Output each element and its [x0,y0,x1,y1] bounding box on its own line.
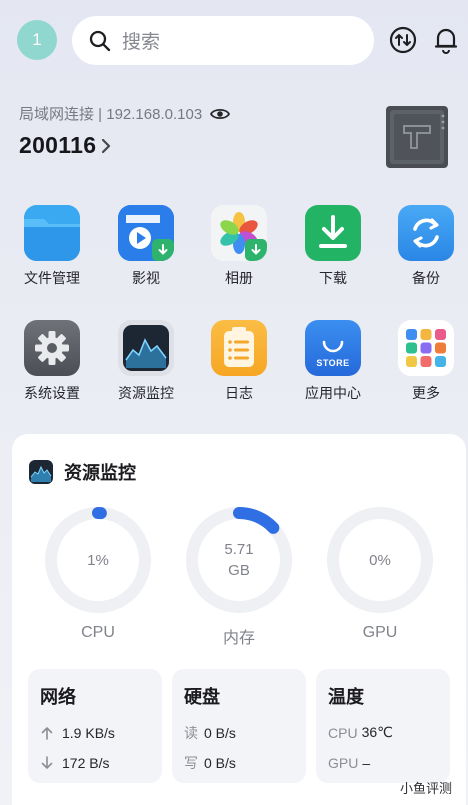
app-resource-monitor[interactable]: 资源监控 [106,320,186,403]
card-title: 资源监控 [64,463,136,483]
app-download[interactable]: 下载 [293,205,373,288]
app-log[interactable]: 日志 [199,320,279,403]
avatar-initial: 1 [32,30,42,49]
monitor-icon [29,460,53,484]
download-badge-icon [152,239,174,261]
download-rate-row: 172 B/s [40,752,150,773]
gpu-temp-value: – [362,754,371,771]
gauge-label: CPU [81,624,115,641]
chevron-right-icon [102,138,111,153]
app-label: 日志 [225,385,253,401]
connection-info: 局域网连接 | 192.168.0.103 [19,106,203,123]
app-label: 备份 [412,270,440,286]
eye-icon[interactable] [210,106,231,122]
app-backup[interactable]: 备份 [386,205,466,288]
arrow-down-icon [41,755,53,769]
video-icon [118,205,174,261]
app-file-manager[interactable]: 文件管理 [12,205,92,288]
store-icon-text: STORE [316,358,350,368]
cpu-gauge: 1% CPU [44,506,152,642]
gpu-temp-row: GPU – [328,752,438,773]
upload-rate-row: 1.9 KB/s [40,722,150,743]
store-icon: STORE [305,320,361,376]
memory-gauge: 5.71 GB 内存 [185,506,293,648]
download-badge-icon [245,239,267,261]
gauge-value-line1: 5.71 [224,541,254,558]
disk-write-rate: 0 B/s [204,754,236,771]
gauge-value: 0% [326,506,434,614]
read-label: 读 [184,724,198,741]
network-stat-box[interactable]: 网络 1.9 KB/s 172 B/s [28,669,162,783]
disk-write-row: 写 0 B/s [184,752,294,773]
app-settings[interactable]: 系统设置 [12,320,92,403]
app-label: 资源监控 [118,385,174,401]
app-label: 相册 [225,270,253,286]
device-selector[interactable]: 200116 [19,132,112,159]
temperature-stat-box[interactable]: 温度 CPU 36℃ GPU – [316,669,450,783]
cpu-temp-value: 36℃ [361,724,393,740]
gauge-label: GPU [362,624,398,641]
gauge-value-line1: 0% [369,551,391,569]
gauge-value-line1: 1% [87,551,109,569]
app-label: 应用中心 [305,385,361,401]
download-icon [305,205,361,261]
app-video[interactable]: 影视 [106,205,186,288]
app-label: 影视 [132,270,160,286]
gauge-value: 1% [44,506,152,614]
gauge-value: 5.71 GB [185,506,293,614]
app-label: 下载 [319,270,347,286]
cpu-temp-row: CPU 36℃ [328,722,438,743]
nas-device-image [386,106,448,168]
bell-icon[interactable] [431,25,461,55]
connection-row: 局域网连接 | 192.168.0.103 [19,103,231,124]
stat-title: 硬盘 [184,687,220,707]
upload-rate: 1.9 KB/s [62,724,115,741]
stat-title: 温度 [328,687,364,707]
arrow-up-icon [41,726,53,740]
app-label: 文件管理 [24,270,80,286]
disk-read-row: 读 0 B/s [184,722,294,743]
disk-stat-box[interactable]: 硬盘 读 0 B/s 写 0 B/s [172,669,306,783]
gauge-value-line2: GB [228,562,250,579]
card-header: 资源监控 [29,459,136,485]
app-store[interactable]: STORE 应用中心 [293,320,373,403]
photos-icon [211,205,267,261]
transfer-icon[interactable] [388,25,418,55]
stat-title: 网络 [40,687,76,707]
settings-icon [24,320,80,376]
backup-icon [398,205,454,261]
log-icon [211,320,267,376]
search-icon [89,30,111,51]
folder-icon [24,205,80,261]
download-rate: 172 B/s [62,754,110,771]
monitor-icon [118,320,174,376]
device-name: 200116 [19,132,97,158]
gpu-temp-label: GPU [328,754,359,771]
gpu-gauge: 0% GPU [326,506,434,642]
avatar[interactable]: 1 [17,20,57,60]
app-more[interactable]: 更多 [386,320,466,403]
search-placeholder: 搜索 [122,32,161,53]
app-label: 系统设置 [24,385,80,401]
write-label: 写 [184,754,198,771]
resource-monitor-card[interactable]: 资源监控 1% CPU 5.71 GB 内存 0% GPU 网络 1.9 KB/… [12,434,466,805]
app-label: 更多 [412,385,440,401]
more-apps-icon [398,320,454,376]
gauge-label: 内存 [222,630,255,647]
disk-read-rate: 0 B/s [204,724,236,741]
cpu-temp-label: CPU [328,724,358,741]
app-photos[interactable]: 相册 [199,205,279,288]
search-bar[interactable]: 搜索 [72,16,374,65]
watermark: 小鱼评测 [400,781,453,796]
